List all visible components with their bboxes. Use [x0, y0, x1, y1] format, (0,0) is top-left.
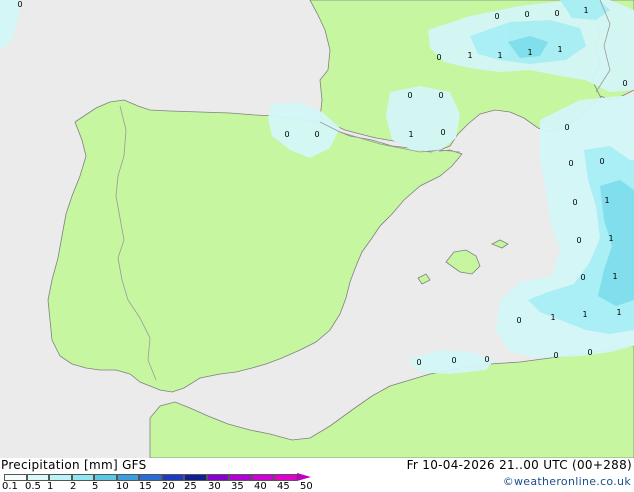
legend-tick: 20 [162, 481, 175, 492]
precip-value: 0 [416, 358, 421, 367]
precip-value: 1 [557, 45, 562, 54]
precip-value: 0 [568, 159, 573, 168]
credit-link[interactable]: ©weatheronline.co.uk [503, 475, 631, 488]
legend-tick: 0.1 [2, 481, 18, 492]
legend-swatch [206, 474, 229, 481]
precip-value: 0 [599, 157, 604, 166]
precip-value: 1 [604, 196, 609, 205]
legend-arrow [296, 473, 311, 481]
legend-swatch [184, 474, 207, 481]
legend-tick: 45 [277, 481, 290, 492]
precip-value: 0 [554, 9, 559, 18]
precip-value: 0 [438, 91, 443, 100]
precip-value: 0 [17, 0, 22, 9]
legend-tick: 35 [231, 481, 244, 492]
precip-value: 1 [582, 310, 587, 319]
valid-time: Fr 10-04-2026 21..00 UTC (00+288) [406, 458, 632, 472]
precip-value: 0 [314, 130, 319, 139]
legend-tick: 50 [300, 481, 313, 492]
legend-swatch [71, 474, 94, 481]
legend-swatch [139, 474, 162, 481]
precip-value: 0 [587, 348, 592, 357]
legend-tick: 40 [254, 481, 267, 492]
legend-swatch [4, 474, 27, 481]
precip-value: 0 [494, 12, 499, 21]
precip-value: 0 [436, 53, 441, 62]
legend-tick: 2 [70, 481, 77, 492]
legend-swatch [26, 474, 49, 481]
legend-swatch [161, 474, 184, 481]
precip-value: 0 [524, 10, 529, 19]
precip-value: 0 [407, 91, 412, 100]
legend-swatch [251, 474, 274, 481]
legend-swatch [274, 474, 297, 481]
legend-tick: 1 [47, 481, 54, 492]
precip-value: 0 [622, 79, 627, 88]
precip-value: 0 [451, 356, 456, 365]
legend-tick: 15 [139, 481, 152, 492]
precip-value: 1 [550, 313, 555, 322]
legend-tick: 25 [184, 481, 197, 492]
legend-swatch [94, 474, 117, 481]
precip-value: 0 [440, 128, 445, 137]
legend-title: Precipitation [mm] GFS [1, 458, 147, 472]
precip-value: 1 [527, 48, 532, 57]
precip-value: 0 [516, 316, 521, 325]
precip-value: 0 [564, 123, 569, 132]
precip-value: 1 [583, 6, 588, 15]
legend-tick: 5 [92, 481, 99, 492]
precipitation-map: 0 0 0 1 0 1 1 1 1 0 0 0 1 0 0 0 0 0 0 0 … [0, 0, 634, 458]
precip-value: 0 [553, 351, 558, 360]
precip-value: 0 [572, 198, 577, 207]
legend-tick: 30 [208, 481, 221, 492]
legend-tick: 10 [116, 481, 129, 492]
precip-value: 0 [284, 130, 289, 139]
precip-value: 1 [467, 51, 472, 60]
legend-swatch [116, 474, 139, 481]
legend-color-scale [4, 473, 311, 481]
precip-value: 1 [497, 51, 502, 60]
precip-value: 0 [484, 355, 489, 364]
legend-swatch [49, 474, 72, 481]
legend-tick: 0.5 [25, 481, 41, 492]
precip-value: 1 [612, 272, 617, 281]
legend-swatch [229, 474, 252, 481]
precip-value: 0 [580, 273, 585, 282]
precip-value: 1 [408, 130, 413, 139]
precip-value: 0 [576, 236, 581, 245]
precip-value: 1 [616, 308, 621, 317]
precip-value: 1 [608, 234, 613, 243]
legend-footer: Precipitation [mm] GFS Fr 10-04-2026 21.… [0, 458, 634, 492]
